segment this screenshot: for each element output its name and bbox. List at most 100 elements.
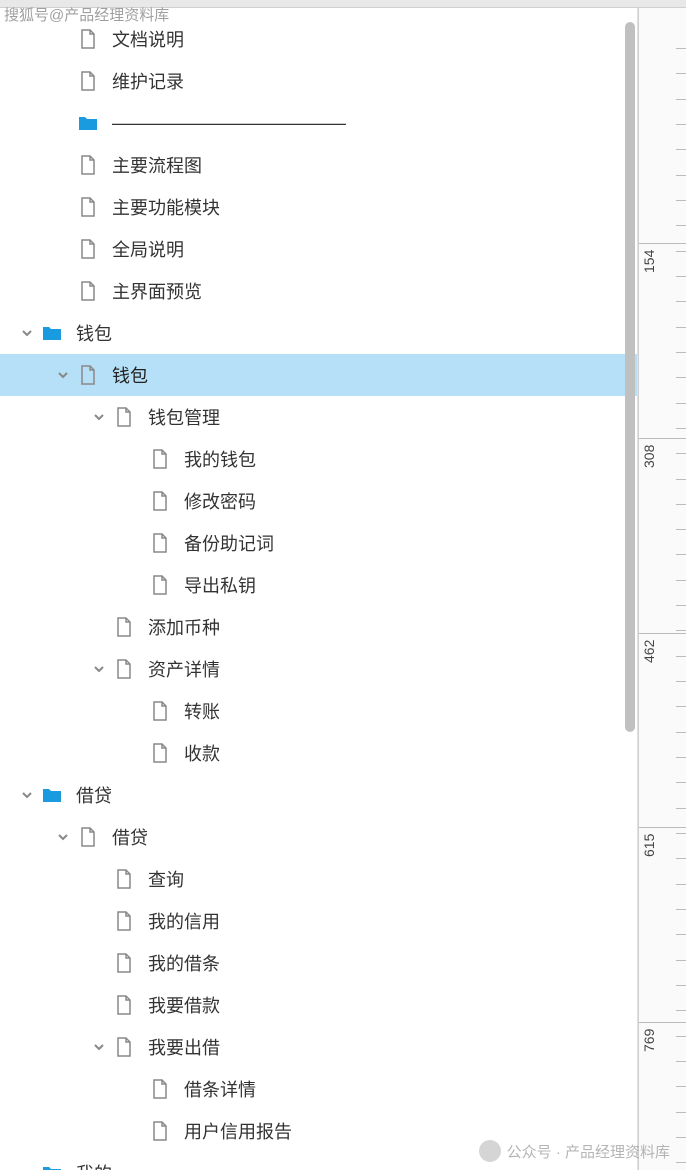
tree-item[interactable]: 收款 bbox=[0, 732, 637, 774]
tree-item[interactable]: 备份助记词 bbox=[0, 522, 637, 564]
tree-item-label: 我要出借 bbox=[148, 1034, 617, 1060]
tree-item[interactable]: 我要借款 bbox=[0, 984, 637, 1026]
ruler-minor-tick bbox=[676, 504, 686, 505]
document-icon bbox=[78, 29, 98, 49]
tree-item[interactable]: 钱包 bbox=[0, 312, 637, 354]
tree-item-label: 我的信用 bbox=[148, 908, 617, 934]
tree-item[interactable]: 钱包 bbox=[0, 354, 637, 396]
toolbar bbox=[0, 0, 686, 8]
chevron-down-icon[interactable] bbox=[18, 324, 36, 342]
ruler-minor-tick bbox=[676, 1112, 686, 1113]
tree-item[interactable]: ————————————— bbox=[0, 102, 637, 144]
tree-item[interactable]: 导出私钥 bbox=[0, 564, 637, 606]
tree-item[interactable]: 转账 bbox=[0, 690, 637, 732]
tree-item-label: 我的钱包 bbox=[184, 446, 617, 472]
tree-item[interactable]: 钱包管理 bbox=[0, 396, 637, 438]
tree-item[interactable]: 维护记录 bbox=[0, 60, 637, 102]
ruler-minor-tick bbox=[676, 99, 686, 100]
tree-item-label: 全局说明 bbox=[112, 236, 617, 262]
ruler-tick bbox=[639, 438, 686, 439]
tree-item[interactable]: 查询 bbox=[0, 858, 637, 900]
tree-item-label: 钱包管理 bbox=[148, 404, 617, 430]
tree-item-label: 修改密码 bbox=[184, 488, 617, 514]
tree-item-label: 我要借款 bbox=[148, 992, 617, 1018]
chevron-down-icon[interactable] bbox=[90, 408, 108, 426]
tree-item[interactable]: 主要流程图 bbox=[0, 144, 637, 186]
ruler-minor-tick bbox=[676, 757, 686, 758]
tree-item-label: 主要功能模块 bbox=[112, 194, 617, 220]
tree-item[interactable]: 主界面预览 bbox=[0, 270, 637, 312]
folder-icon bbox=[42, 323, 62, 343]
ruler-minor-tick bbox=[676, 681, 686, 682]
ruler-minor-tick bbox=[676, 200, 686, 201]
tree-item[interactable]: 借贷 bbox=[0, 816, 637, 858]
ruler-minor-tick bbox=[676, 1061, 686, 1062]
chevron-down-icon[interactable] bbox=[90, 660, 108, 678]
tree-item-label: 主界面预览 bbox=[112, 278, 617, 304]
ruler-minor-tick bbox=[676, 301, 686, 302]
ruler-minor-tick bbox=[676, 884, 686, 885]
tree-item-label: 钱包 bbox=[112, 362, 617, 388]
ruler-tick bbox=[639, 633, 686, 634]
document-icon bbox=[150, 743, 170, 763]
tree-panel: 文档说明维护记录 —————————————主要流程图主要功能模块全局说明主界面预… bbox=[0, 8, 638, 1170]
tree-item[interactable]: 用户信用报告 bbox=[0, 1110, 637, 1152]
tree-item[interactable]: 我的钱包 bbox=[0, 438, 637, 480]
ruler-tick bbox=[639, 1022, 686, 1023]
ruler-tick-label: 462 bbox=[641, 640, 657, 663]
tree-item[interactable]: 主要功能模块 bbox=[0, 186, 637, 228]
tree-item-label: 备份助记词 bbox=[184, 530, 617, 556]
document-icon bbox=[78, 365, 98, 385]
tree-item[interactable]: 修改密码 bbox=[0, 480, 637, 522]
ruler-minor-tick bbox=[676, 1010, 686, 1011]
chevron-down-icon[interactable] bbox=[90, 1038, 108, 1056]
tree-item[interactable]: 资产详情 bbox=[0, 648, 637, 690]
tree-item-label: 查询 bbox=[148, 866, 617, 892]
ruler-minor-tick bbox=[676, 352, 686, 353]
document-icon bbox=[114, 617, 134, 637]
chevron-down-icon[interactable] bbox=[18, 1164, 36, 1170]
scrollbar-thumb[interactable] bbox=[625, 22, 635, 732]
ruler-minor-tick bbox=[676, 251, 686, 252]
tree-item-label: 转账 bbox=[184, 698, 617, 724]
ruler-minor-tick bbox=[676, 656, 686, 657]
document-icon bbox=[150, 533, 170, 553]
tree-item-label: 用户信用报告 bbox=[184, 1118, 617, 1144]
chevron-down-icon[interactable] bbox=[18, 786, 36, 804]
tree-item-label: 借贷 bbox=[76, 782, 617, 808]
ruler-minor-tick bbox=[676, 909, 686, 910]
ruler-minor-tick bbox=[676, 1036, 686, 1037]
ruler-minor-tick bbox=[676, 1086, 686, 1087]
tree-item-label: 文档说明 bbox=[112, 26, 617, 52]
ruler-minor-tick bbox=[676, 428, 686, 429]
ruler-minor-tick bbox=[676, 276, 686, 277]
ruler-tick-label: 154 bbox=[641, 250, 657, 273]
document-icon bbox=[114, 1037, 134, 1057]
ruler-tick-label: 615 bbox=[641, 833, 657, 856]
ruler-minor-tick bbox=[676, 175, 686, 176]
tree-item[interactable]: 添加币种 bbox=[0, 606, 637, 648]
tree-item[interactable]: 我的 bbox=[0, 1152, 637, 1170]
tree-item[interactable]: 我要出借 bbox=[0, 1026, 637, 1068]
ruler-minor-tick bbox=[676, 403, 686, 404]
chevron-down-icon[interactable] bbox=[54, 828, 72, 846]
folder-icon bbox=[42, 785, 62, 805]
tree-item-label: 收款 bbox=[184, 740, 617, 766]
ruler-minor-tick bbox=[676, 605, 686, 606]
ruler-minor-tick bbox=[676, 529, 686, 530]
tree-item-label: 借条详情 bbox=[184, 1076, 617, 1102]
tree-item[interactable]: 借条详情 bbox=[0, 1068, 637, 1110]
chevron-down-icon[interactable] bbox=[54, 366, 72, 384]
tree-item-label: 添加币种 bbox=[148, 614, 617, 640]
tree-item-label: 维护记录 bbox=[112, 68, 617, 94]
document-icon bbox=[150, 575, 170, 595]
tree-item[interactable]: 文档说明 bbox=[0, 18, 637, 60]
tree-item[interactable]: 我的信用 bbox=[0, 900, 637, 942]
tree-item[interactable]: 借贷 bbox=[0, 774, 637, 816]
ruler: 154308462615769 bbox=[638, 8, 686, 1170]
tree-item-label: 借贷 bbox=[112, 824, 617, 850]
document-icon bbox=[114, 869, 134, 889]
tree-item[interactable]: 全局说明 bbox=[0, 228, 637, 270]
tree-item[interactable]: 我的借条 bbox=[0, 942, 637, 984]
folder-icon bbox=[78, 113, 98, 133]
